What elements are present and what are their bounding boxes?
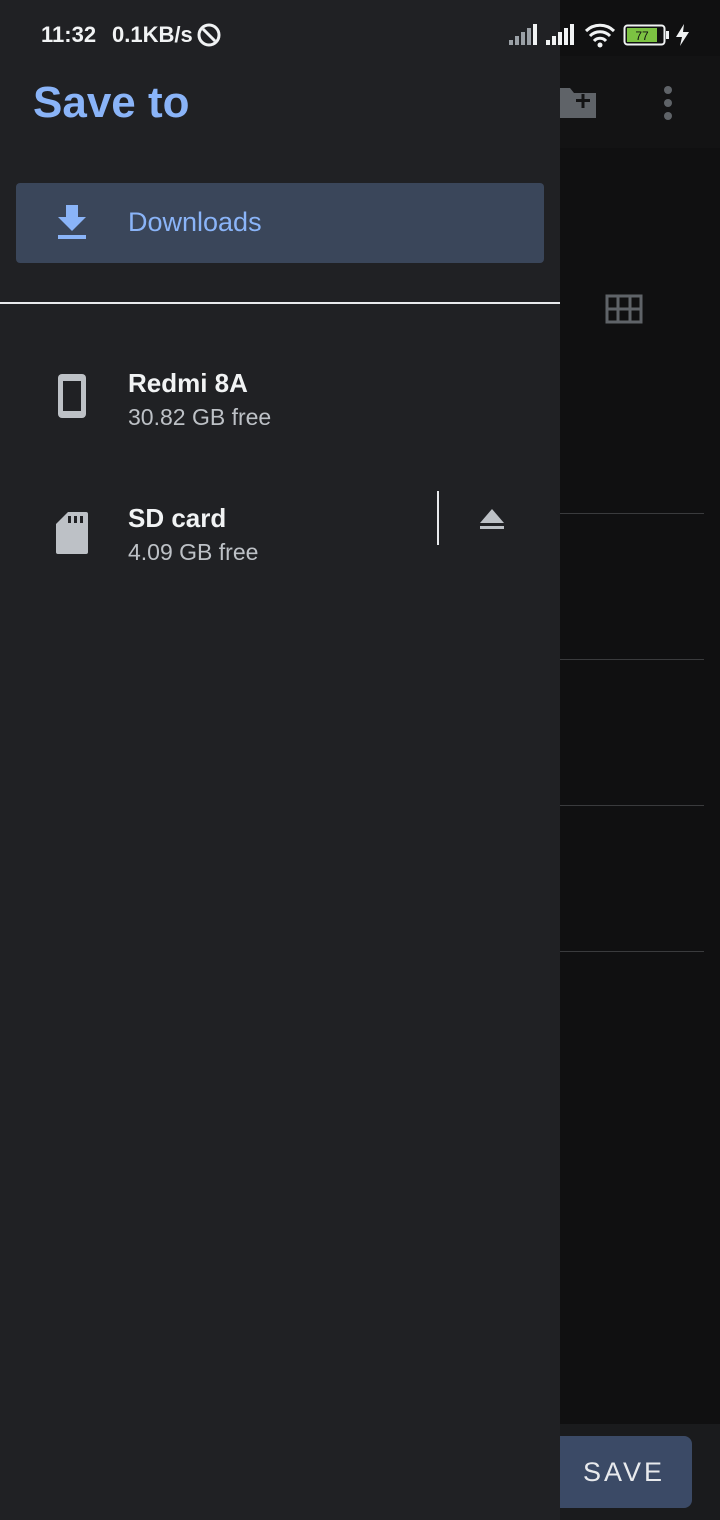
list-divider xyxy=(560,805,704,806)
phone-icon xyxy=(58,374,86,418)
root-item-redmi[interactable]: Redmi 8A 30.82 GB free xyxy=(0,368,560,478)
new-folder-icon[interactable] xyxy=(554,84,598,120)
root-name: Redmi 8A xyxy=(128,368,248,398)
roots-drawer: Save to Downloads Redmi 8A 30.82 GB free… xyxy=(0,0,560,1520)
root-summary: 30.82 GB free xyxy=(128,404,272,430)
drawer-title: Save to xyxy=(33,78,190,127)
downloads-label: Downloads xyxy=(128,207,262,237)
drawer-separator xyxy=(0,302,560,304)
list-divider xyxy=(560,659,704,660)
download-icon xyxy=(58,205,86,239)
eject-icon[interactable] xyxy=(478,507,506,531)
sd-card-icon xyxy=(56,512,88,554)
eject-divider xyxy=(437,491,439,545)
root-item-sd-card[interactable]: SD card 4.09 GB free xyxy=(0,491,560,613)
grid-view-icon[interactable] xyxy=(605,294,643,324)
root-name: SD card xyxy=(128,503,227,533)
more-options-icon[interactable] xyxy=(656,84,680,124)
root-summary: 4.09 GB free xyxy=(128,539,259,565)
list-divider xyxy=(560,513,704,514)
list-divider xyxy=(560,951,704,952)
downloads-item[interactable]: Downloads xyxy=(16,183,544,263)
